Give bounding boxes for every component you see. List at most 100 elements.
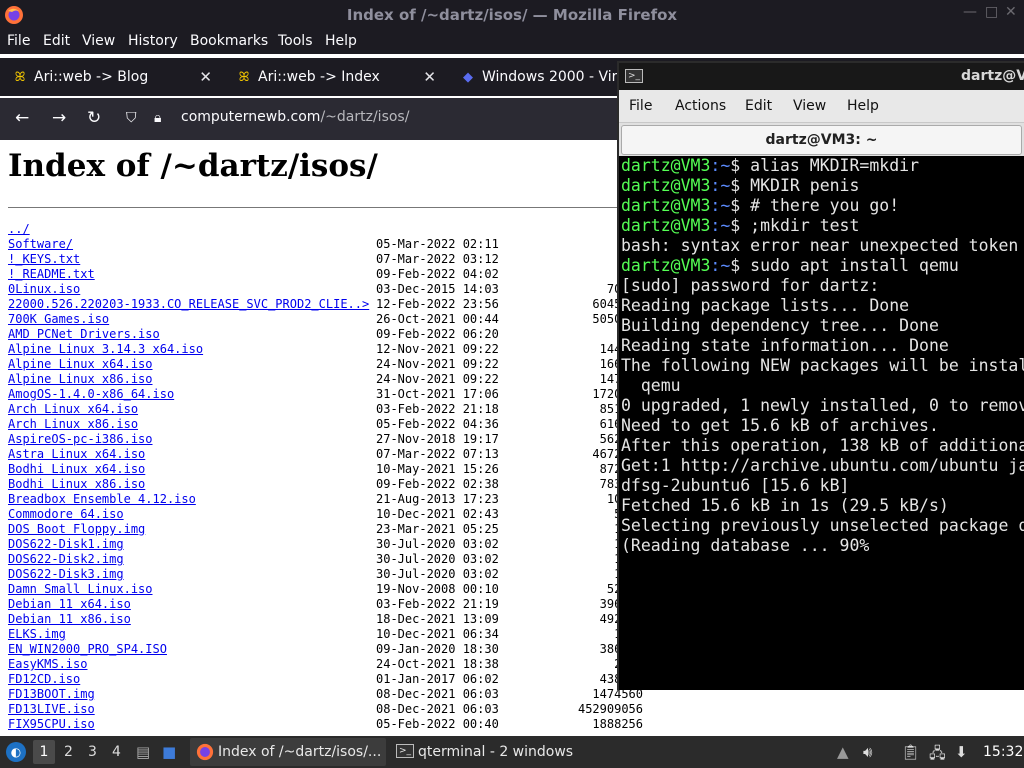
file-link[interactable]: !_README.txt [8,267,95,282]
app-icon: ◆ [463,70,473,85]
tab-windows-2000[interactable]: ◆ Windows 2000 - Virt [450,62,623,94]
file-date: 07-Mar-2022 07:13 [376,447,499,461]
file-link[interactable]: Software/ [8,237,73,252]
file-link[interactable]: Astra Linux x64.iso [8,447,145,462]
file-link[interactable]: Alpine Linux x64.iso [8,357,153,372]
tab-ariweb-blog[interactable]: ꕤ Ari::web -> Blog ✕ [2,62,220,94]
term-menu-edit[interactable]: Edit [745,98,772,114]
maximize-icon[interactable]: □ [985,4,998,20]
workspace-2[interactable]: 2 [64,744,73,760]
start-menu-icon[interactable]: ◐ [6,742,26,762]
url-bar[interactable]: computernewb.com/~dartz/isos/ [181,109,409,125]
prompt-user: dartz@VM3 [621,196,711,215]
close-tab-icon[interactable]: ✕ [199,68,212,86]
task-firefox[interactable]: Index of /~dartz/isos/... [190,738,386,766]
volume-icon[interactable]: 🔊︎ [863,743,872,761]
task-qterminal[interactable]: >_ qterminal - 2 windows [390,738,590,766]
file-link[interactable]: Arch Linux x64.iso [8,402,138,417]
file-link[interactable]: DOS622-Disk2.img [8,552,124,567]
close-icon[interactable]: ✕ [1005,4,1017,20]
term-menu-actions[interactable]: Actions [675,98,726,114]
menu-history[interactable]: History [128,33,178,49]
terminal-line: 0 upgraded, 1 newly installed, 0 to remo… [621,396,1024,416]
file-link[interactable]: Debian 11 x86.iso [8,612,131,627]
prompt-user: dartz@VM3 [621,156,711,175]
file-link[interactable]: Arch Linux x86.iso [8,417,138,432]
file-link[interactable]: Bodhi Linux x86.iso [8,477,145,492]
file-link[interactable]: DOS Boot Floppy.img [8,522,145,537]
lock-icon[interactable]: 🔒︎ [154,110,161,126]
line-text: Selecting previously unselected package … [621,516,1024,535]
term-menu-view[interactable]: View [793,98,826,114]
menu-view[interactable]: View [82,33,115,49]
terminal-line: Building dependency tree... Done [621,316,1024,336]
file-link[interactable]: FD12CD.iso [8,672,80,687]
terminal-line: Selecting previously unselected package … [621,516,1024,536]
file-link[interactable]: 0Linux.iso [8,282,80,297]
file-date: 09-Feb-2022 02:38 [376,477,499,491]
file-link[interactable]: Debian 11 x64.iso [8,597,131,612]
workspace-4[interactable]: 4 [112,744,121,760]
reload-icon[interactable]: ↻ [87,108,101,128]
forward-icon[interactable]: → [52,108,66,128]
file-date: 03-Feb-2022 21:19 [376,597,499,611]
file-link[interactable]: FD13BOOT.img [8,687,95,702]
clipboard-icon[interactable]: 📋︎ [901,743,920,761]
back-icon[interactable]: ← [15,108,29,128]
file-link[interactable]: Alpine Linux 3.14.3 x64.iso [8,342,203,357]
term-menu-file[interactable]: File [629,98,652,114]
update-icon[interactable]: ⬇︎ [955,743,968,761]
tab-label: Ari::web -> Index [258,69,380,85]
desktop: Index of /~dartz/isos/ — Mozilla Firefox… [0,0,1024,768]
file-link[interactable]: FIX95CPU.iso [8,717,95,732]
term-menu-help[interactable]: Help [847,98,879,114]
network-icon[interactable]: 🖧︎ [929,743,946,768]
prompt-symbol: $ [730,156,751,175]
tray-eject-icon[interactable]: ▲ [837,743,849,761]
line-text: alias MKDIR=mkdir [750,156,920,175]
file-link[interactable]: DOS622-Disk3.img [8,567,124,582]
file-link[interactable]: AMD PCNet Drivers.iso [8,327,160,342]
task-label: qterminal - 2 windows [418,744,574,760]
file-date: 10-May-2021 15:26 [376,462,499,476]
url-path: /~dartz/isos/ [320,109,410,125]
terminal-line: (Reading database ... 90% [621,536,1024,556]
tab-label: Windows 2000 - Virt [482,69,623,85]
file-link[interactable]: EasyKMS.iso [8,657,87,672]
file-link[interactable]: ELKS.img [8,627,66,642]
file-link[interactable]: DOS622-Disk1.img [8,537,124,552]
terminal-tab[interactable]: dartz@VM3: ~ [621,125,1022,155]
file-date: 19-Nov-2008 00:10 [376,582,499,596]
file-link[interactable]: 700K Games.iso [8,312,109,327]
file-date: 27-Nov-2018 19:17 [376,432,499,446]
terminal-icon: >_ [625,69,643,83]
menu-file[interactable]: File [7,33,30,49]
close-tab-icon[interactable]: ✕ [423,68,436,86]
minimize-icon[interactable]: — [963,4,977,20]
menu-help[interactable]: Help [325,33,357,49]
shield-icon[interactable]: ⛉ [126,110,137,126]
file-link[interactable]: FD13LIVE.iso [8,702,95,717]
file-link[interactable]: !_KEYS.txt [8,252,80,267]
menu-edit[interactable]: Edit [43,33,70,49]
menu-tools[interactable]: Tools [278,33,313,49]
file-link[interactable]: Commodore 64.iso [8,507,124,522]
tab-ariweb-index[interactable]: ꕤ Ari::web -> Index ✕ [226,62,444,94]
file-link[interactable]: Breadbox Ensemble 4.12.iso [8,492,196,507]
file-link[interactable]: 22000.526.220203-1933.CO_RELEASE_SVC_PRO… [8,297,369,312]
file-link[interactable]: AmogOS-1.4.0-x86_64.iso [8,387,174,402]
terminal-line: [sudo] password for dartz: [621,276,1024,296]
workspace-3[interactable]: 3 [88,744,97,760]
file-link[interactable]: EN_WIN2000_PRO_SP4.ISO [8,642,167,657]
workspace-1[interactable]: 1 [33,740,55,764]
file-link[interactable]: AspireOS-pc-i386.iso [8,432,153,447]
file-link[interactable]: Bodhi Linux x64.iso [8,462,145,477]
file-link[interactable]: Damn Small Linux.iso [8,582,153,597]
file-manager-icon[interactable]: ▤ [136,743,150,761]
file-link[interactable]: ../ [8,222,30,237]
menu-bookmarks[interactable]: Bookmarks [190,33,268,49]
file-link[interactable]: Alpine Linux x86.iso [8,372,153,387]
show-desktop-icon[interactable]: ■ [162,743,176,761]
clock[interactable]: 15:32 [983,744,1023,760]
terminal-output[interactable]: dartz@VM3:~$ alias MKDIR=mkdir dartz@VM3:… [619,156,1024,690]
